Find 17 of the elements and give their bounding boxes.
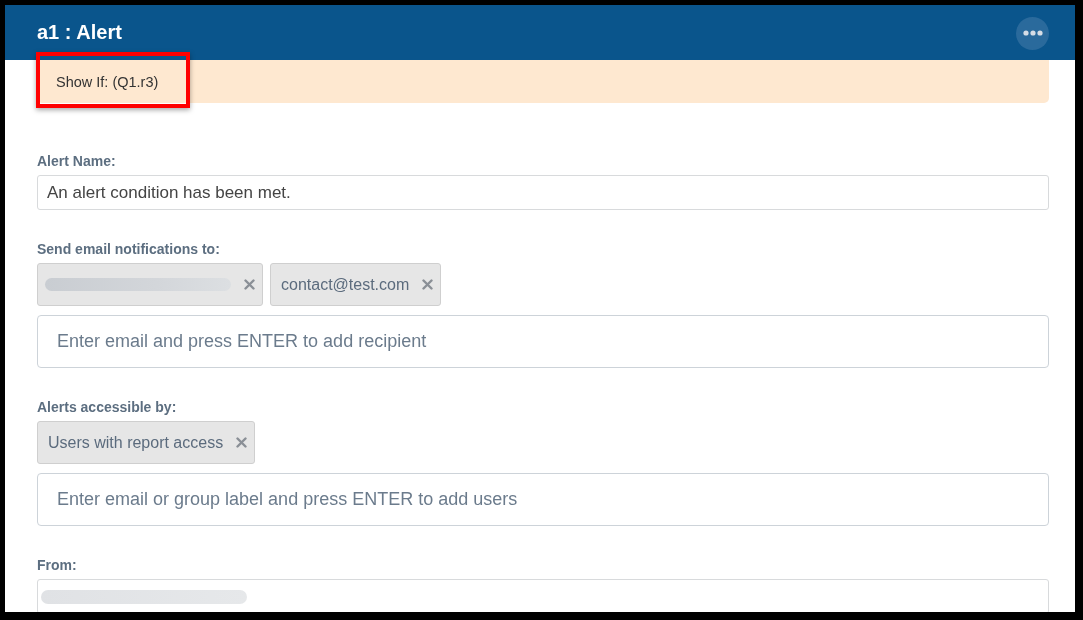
field-label: From:: [37, 556, 77, 575]
field-label: Alert Name:: [37, 152, 116, 171]
email-input[interactable]: Enter email and press ENTER to add recipient: [37, 315, 1049, 368]
more-icon: [1022, 30, 1043, 36]
field-label: Alerts accessible by:: [37, 398, 177, 417]
field-label: Send email notifications to:: [37, 240, 220, 259]
email-input[interactable]: Enter email or group label and press ENTER to add users: [37, 473, 1049, 526]
more-button[interactable]: [1016, 16, 1049, 50]
condition-text: Show If: (Q1.r3): [56, 73, 159, 90]
panel-title: a1 : Alert: [37, 21, 122, 44]
tag-label: contact@test.com: [281, 275, 410, 294]
tag-label: Users with report access: [48, 433, 224, 452]
remove-icon[interactable]: [236, 437, 248, 448]
remove-icon[interactable]: [244, 279, 255, 290]
remove-icon[interactable]: [422, 279, 434, 290]
text-field[interactable]: [37, 579, 1049, 612]
text-field[interactable]: An alert condition has been met.: [37, 175, 1049, 210]
